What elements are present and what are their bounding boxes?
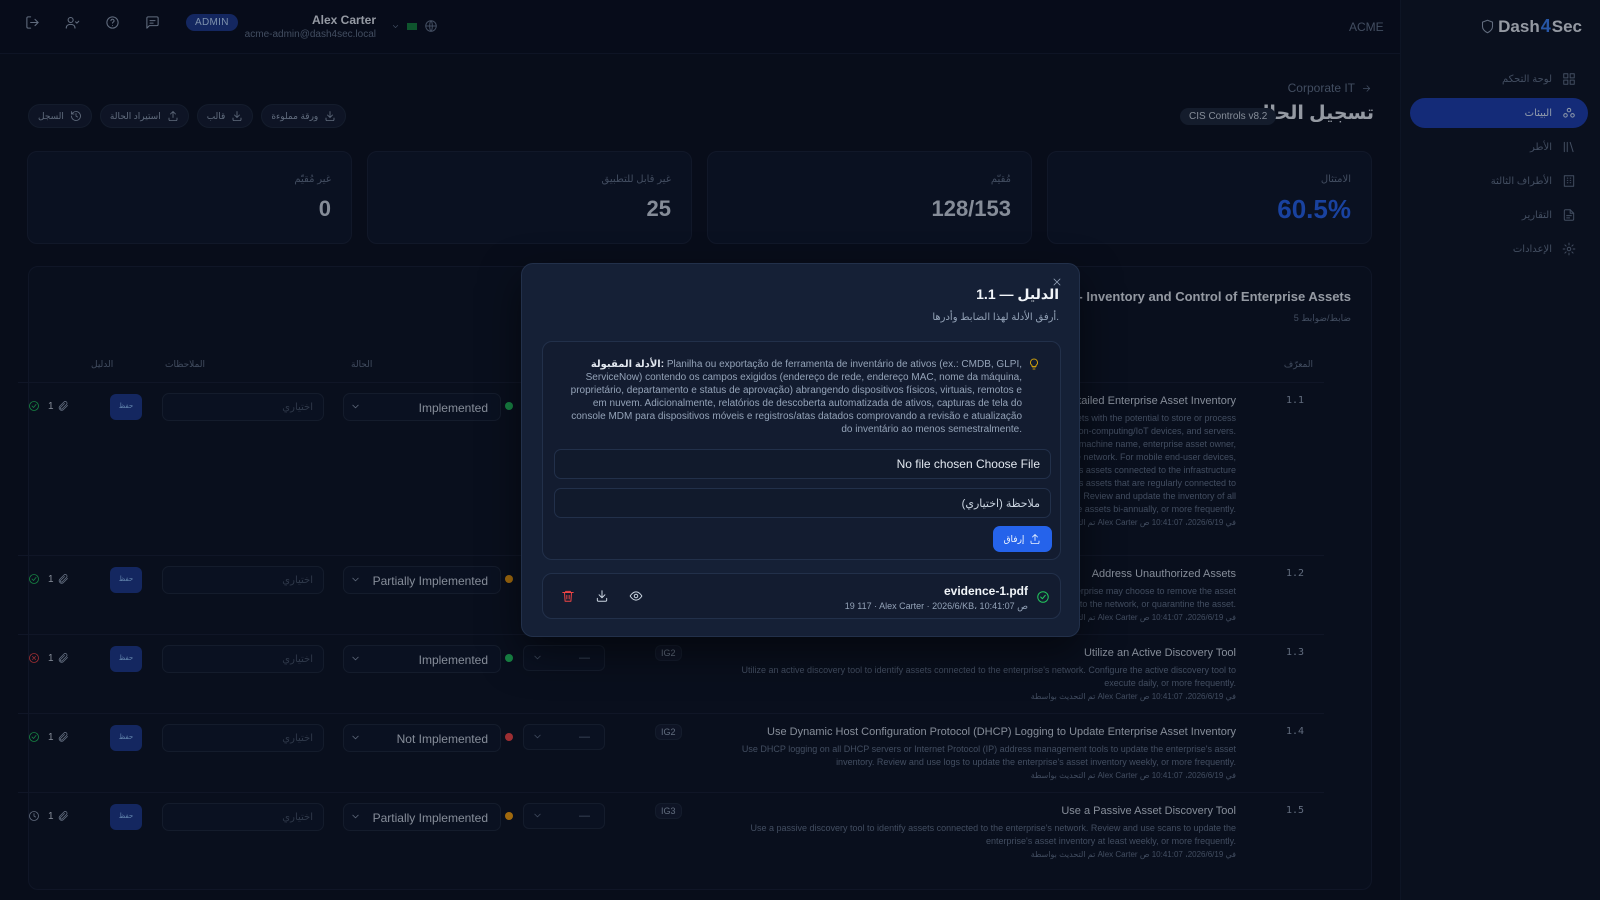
upload-icon [1029, 533, 1041, 545]
download-icon[interactable] [595, 589, 609, 603]
check-circle-icon [1036, 590, 1050, 604]
evidence-note-input[interactable]: ملاحظة (اختياري) [554, 488, 1051, 518]
modal-subtitle: أرفق الأدلة لهذا الضابط وأدرها. [932, 312, 1059, 323]
eye-icon[interactable] [629, 589, 643, 603]
attach-button[interactable]: إرفاق [993, 526, 1052, 552]
accepted-evidence-hint: الأدلة المقبولة: Planilha ou exportação … [560, 358, 1040, 436]
file-meta: 19 117 · Alex Carter · 2026/6/KB، 10:41:… [844, 601, 1028, 611]
file-name: evidence-1.pdf [943, 584, 1028, 598]
hint-label: الأدلة المقبولة: [590, 359, 665, 370]
attach-label: إرفاق [1003, 533, 1025, 544]
file-input[interactable]: No file chosen Choose File [554, 449, 1051, 479]
hint-text: الأدلة المقبولة: Planilha ou exportação … [560, 358, 1022, 436]
modal-title: الدليل — 1.1 [976, 286, 1059, 302]
upload-section: الأدلة المقبولة: Planilha ou exportação … [542, 341, 1061, 560]
evidence-modal: الدليل — 1.1 أرفق الأدلة لهذا الضابط وأد… [521, 263, 1080, 637]
file-actions [561, 589, 663, 603]
lightbulb-icon [1028, 358, 1040, 436]
hint-body: Planilha ou exportação de ferramenta de … [570, 359, 1022, 435]
trash-icon[interactable] [561, 589, 575, 603]
evidence-file-item: evidence-1.pdf 19 117 · Alex Carter · 20… [542, 573, 1061, 619]
